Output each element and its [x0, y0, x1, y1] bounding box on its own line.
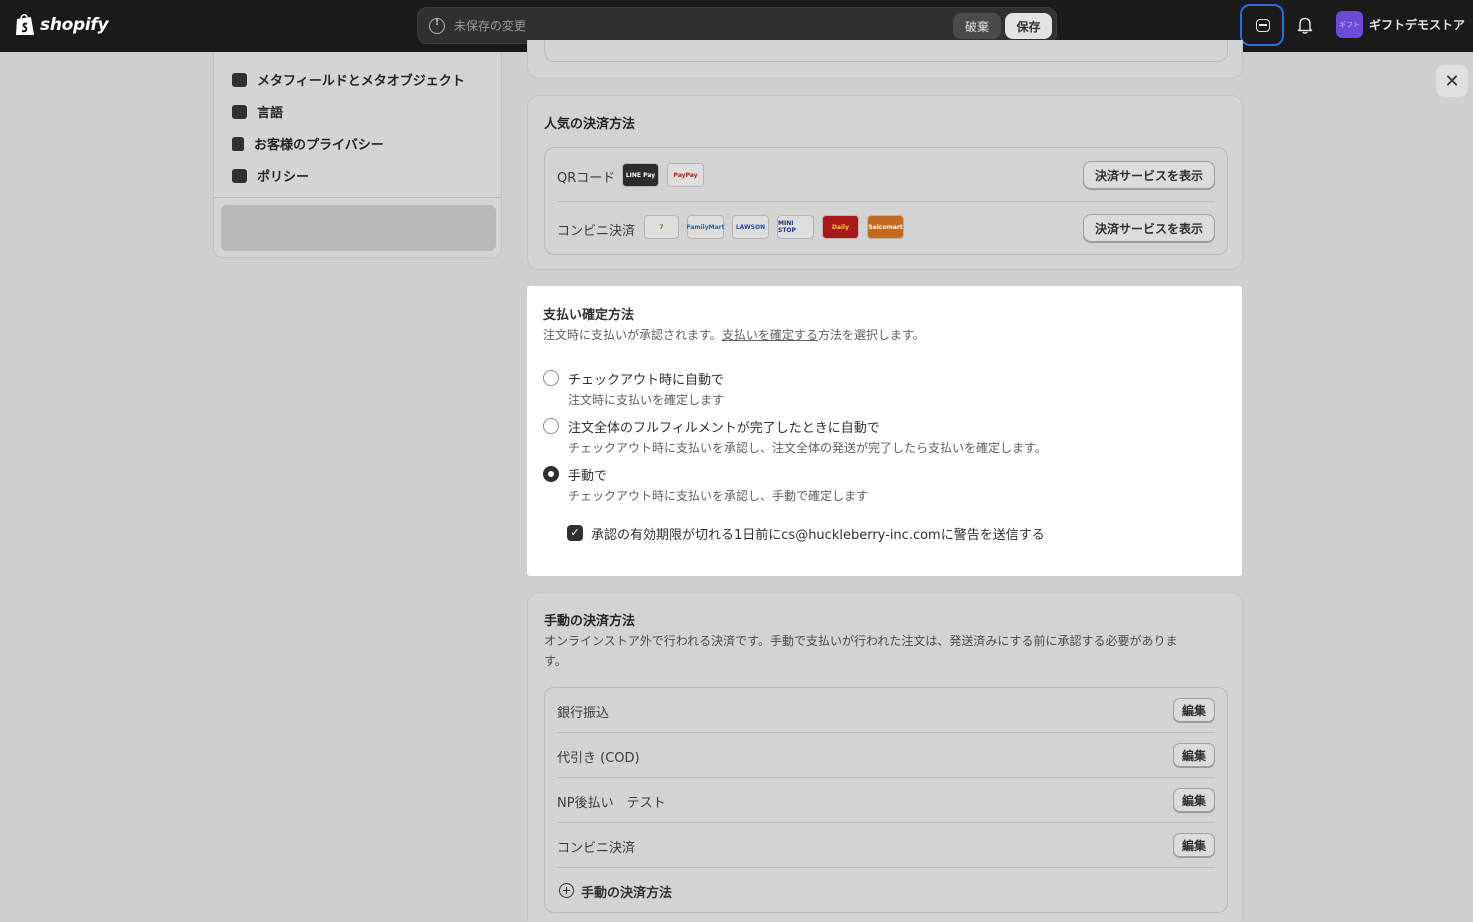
discard-button[interactable]: 破棄 — [953, 13, 1001, 39]
alert-circle-icon — [429, 17, 445, 34]
sidebar-item-privacy[interactable]: お客様のプライバシー — [232, 134, 384, 153]
sidekick-icon — [1256, 19, 1270, 32]
list-item: 代引き (COD) — [557, 751, 640, 766]
popular-payment-methods-card: 人気の決済方法 QRコード LINE Pay PayPay 決済サービスを表示 … — [527, 95, 1243, 270]
radio-manual[interactable] — [543, 466, 559, 482]
store-menu[interactable]: ギフト ギフトデモストア — [1336, 11, 1465, 38]
list-item: コンビニ決済 — [557, 841, 636, 856]
metafields-icon — [232, 72, 247, 87]
expiry-warning-checkbox[interactable]: ✓ — [567, 525, 583, 541]
sidebar-item-label: お客様のプライバシー — [254, 138, 384, 153]
sidebar-item-policies[interactable]: ポリシー — [232, 166, 309, 185]
divider — [214, 197, 501, 198]
lock-icon — [232, 136, 244, 151]
policy-icon — [232, 168, 247, 183]
edit-button[interactable]: 編集 — [1172, 833, 1215, 857]
add-manual-method-button[interactable]: 手動の決済方法 — [581, 882, 672, 901]
familymart-logo: FamilyMart — [687, 215, 724, 239]
seicomart-logo: Seicomart — [867, 215, 904, 239]
edit-button[interactable]: 編集 — [1172, 788, 1215, 812]
edit-button[interactable]: 編集 — [1172, 743, 1215, 767]
manual-payment-methods-card: 手動の決済方法 オンラインストア外で行われる決済です。手動で支払いが行われた注文… — [527, 592, 1243, 922]
ministop-logo: MINI STOP — [777, 215, 814, 239]
store-name: ギフトデモストア — [1369, 18, 1466, 32]
plus-circle-icon — [559, 883, 574, 898]
save-button[interactable]: 保存 — [1005, 13, 1052, 39]
row-divider — [557, 732, 1215, 733]
manual-methods-list: 銀行振込 編集 代引き (COD) 編集 NP後払い テスト 編集 コンビニ決済… — [544, 687, 1228, 913]
close-icon[interactable]: ✕ — [1436, 65, 1468, 97]
capture-payment-link[interactable]: 支払いを確定する — [722, 328, 818, 342]
sidebar-item-label: 言語 — [257, 106, 284, 121]
card-description: 注文時に支払いが承認されます。支払いを確定する方法を選択します。 — [543, 328, 925, 342]
radio-auto-checkout[interactable] — [543, 370, 559, 386]
view-qr-services-button[interactable]: 決済サービスを表示 — [1082, 161, 1215, 189]
option-label[interactable]: 注文全体のフルフィルメントが完了したときに自動で — [568, 417, 880, 436]
shopify-bag-icon — [16, 13, 34, 35]
language-icon — [232, 104, 247, 119]
edit-button[interactable]: 編集 — [1172, 698, 1215, 722]
checkbox-label[interactable]: 承認の有効期限が切れる1日前にcs@huckleberry-inc.comに警告… — [591, 524, 1045, 543]
payment-capture-card: 支払い確定方法 注文時に支払いが承認されます。支払いを確定する方法を選択します。… — [527, 286, 1242, 576]
unsaved-changes-bar: 未保存の変更 破棄 保存 — [417, 7, 1057, 44]
card-description: オンラインストア外で行われる決済です。手動で支払いが行われた注文は、発送済みにす… — [544, 634, 1178, 648]
option-label[interactable]: チェックアウト時に自動で — [568, 369, 724, 388]
option-label[interactable]: 手動で — [568, 465, 607, 484]
sidebar-item-metafields[interactable]: メタフィールドとメタオブジェクト — [232, 70, 465, 89]
logo-text: shopify — [40, 14, 109, 35]
row-divider — [557, 867, 1215, 868]
row-divider — [557, 822, 1215, 823]
card-title: 支払い確定方法 — [543, 308, 635, 323]
paypay-logo: PayPay — [667, 163, 704, 187]
sidebar-item-label: メタフィールドとメタオブジェクト — [257, 74, 465, 89]
card-title: 人気の決済方法 — [544, 117, 636, 132]
card-description-cont: す。 — [544, 654, 567, 668]
list-item: 銀行振込 — [557, 706, 610, 721]
row-label-konbini: コンビニ決済 — [557, 224, 636, 239]
option-help: チェックアウト時に支払いを承認し、手動で確定します — [568, 489, 869, 503]
card-title: 手動の決済方法 — [544, 614, 636, 629]
loading-skeleton — [221, 205, 496, 251]
row-label-qr: QRコード — [557, 171, 616, 186]
previous-card — [527, 40, 1243, 79]
settings-sidebar: メタフィールドとメタオブジェクト 言語 お客様のプライバシー ポリシー — [213, 52, 502, 258]
sidekick-button[interactable] — [1240, 4, 1284, 46]
daily-logo: Daily — [822, 215, 859, 239]
radio-auto-fulfillment[interactable] — [543, 418, 559, 434]
row-divider — [557, 201, 1215, 202]
row-divider — [557, 777, 1215, 778]
list-item: NP後払い テスト — [557, 796, 666, 811]
sidebar-item-language[interactable]: 言語 — [232, 102, 283, 121]
shopify-logo[interactable]: shopify — [14, 12, 109, 37]
linepay-logo: LINE Pay — [622, 163, 659, 187]
previous-card-box — [544, 40, 1228, 62]
payment-methods-list: QRコード LINE Pay PayPay 決済サービスを表示 コンビニ決済 7… — [544, 147, 1228, 255]
store-avatar: ギフト — [1336, 11, 1363, 38]
unsaved-changes-text: 未保存の変更 — [454, 19, 527, 33]
option-help: チェックアウト時に支払いを承認し、注文全体の発送が完了したら支払いを確定します。 — [568, 441, 1047, 455]
seveneleven-logo: 7 — [644, 215, 679, 239]
view-konbini-services-button[interactable]: 決済サービスを表示 — [1082, 214, 1215, 242]
bell-icon[interactable] — [1297, 16, 1313, 34]
lawson-logo: LAWSON — [732, 215, 769, 239]
option-help: 注文時に支払いを確定します — [568, 393, 725, 407]
sidebar-item-label: ポリシー — [257, 170, 310, 185]
